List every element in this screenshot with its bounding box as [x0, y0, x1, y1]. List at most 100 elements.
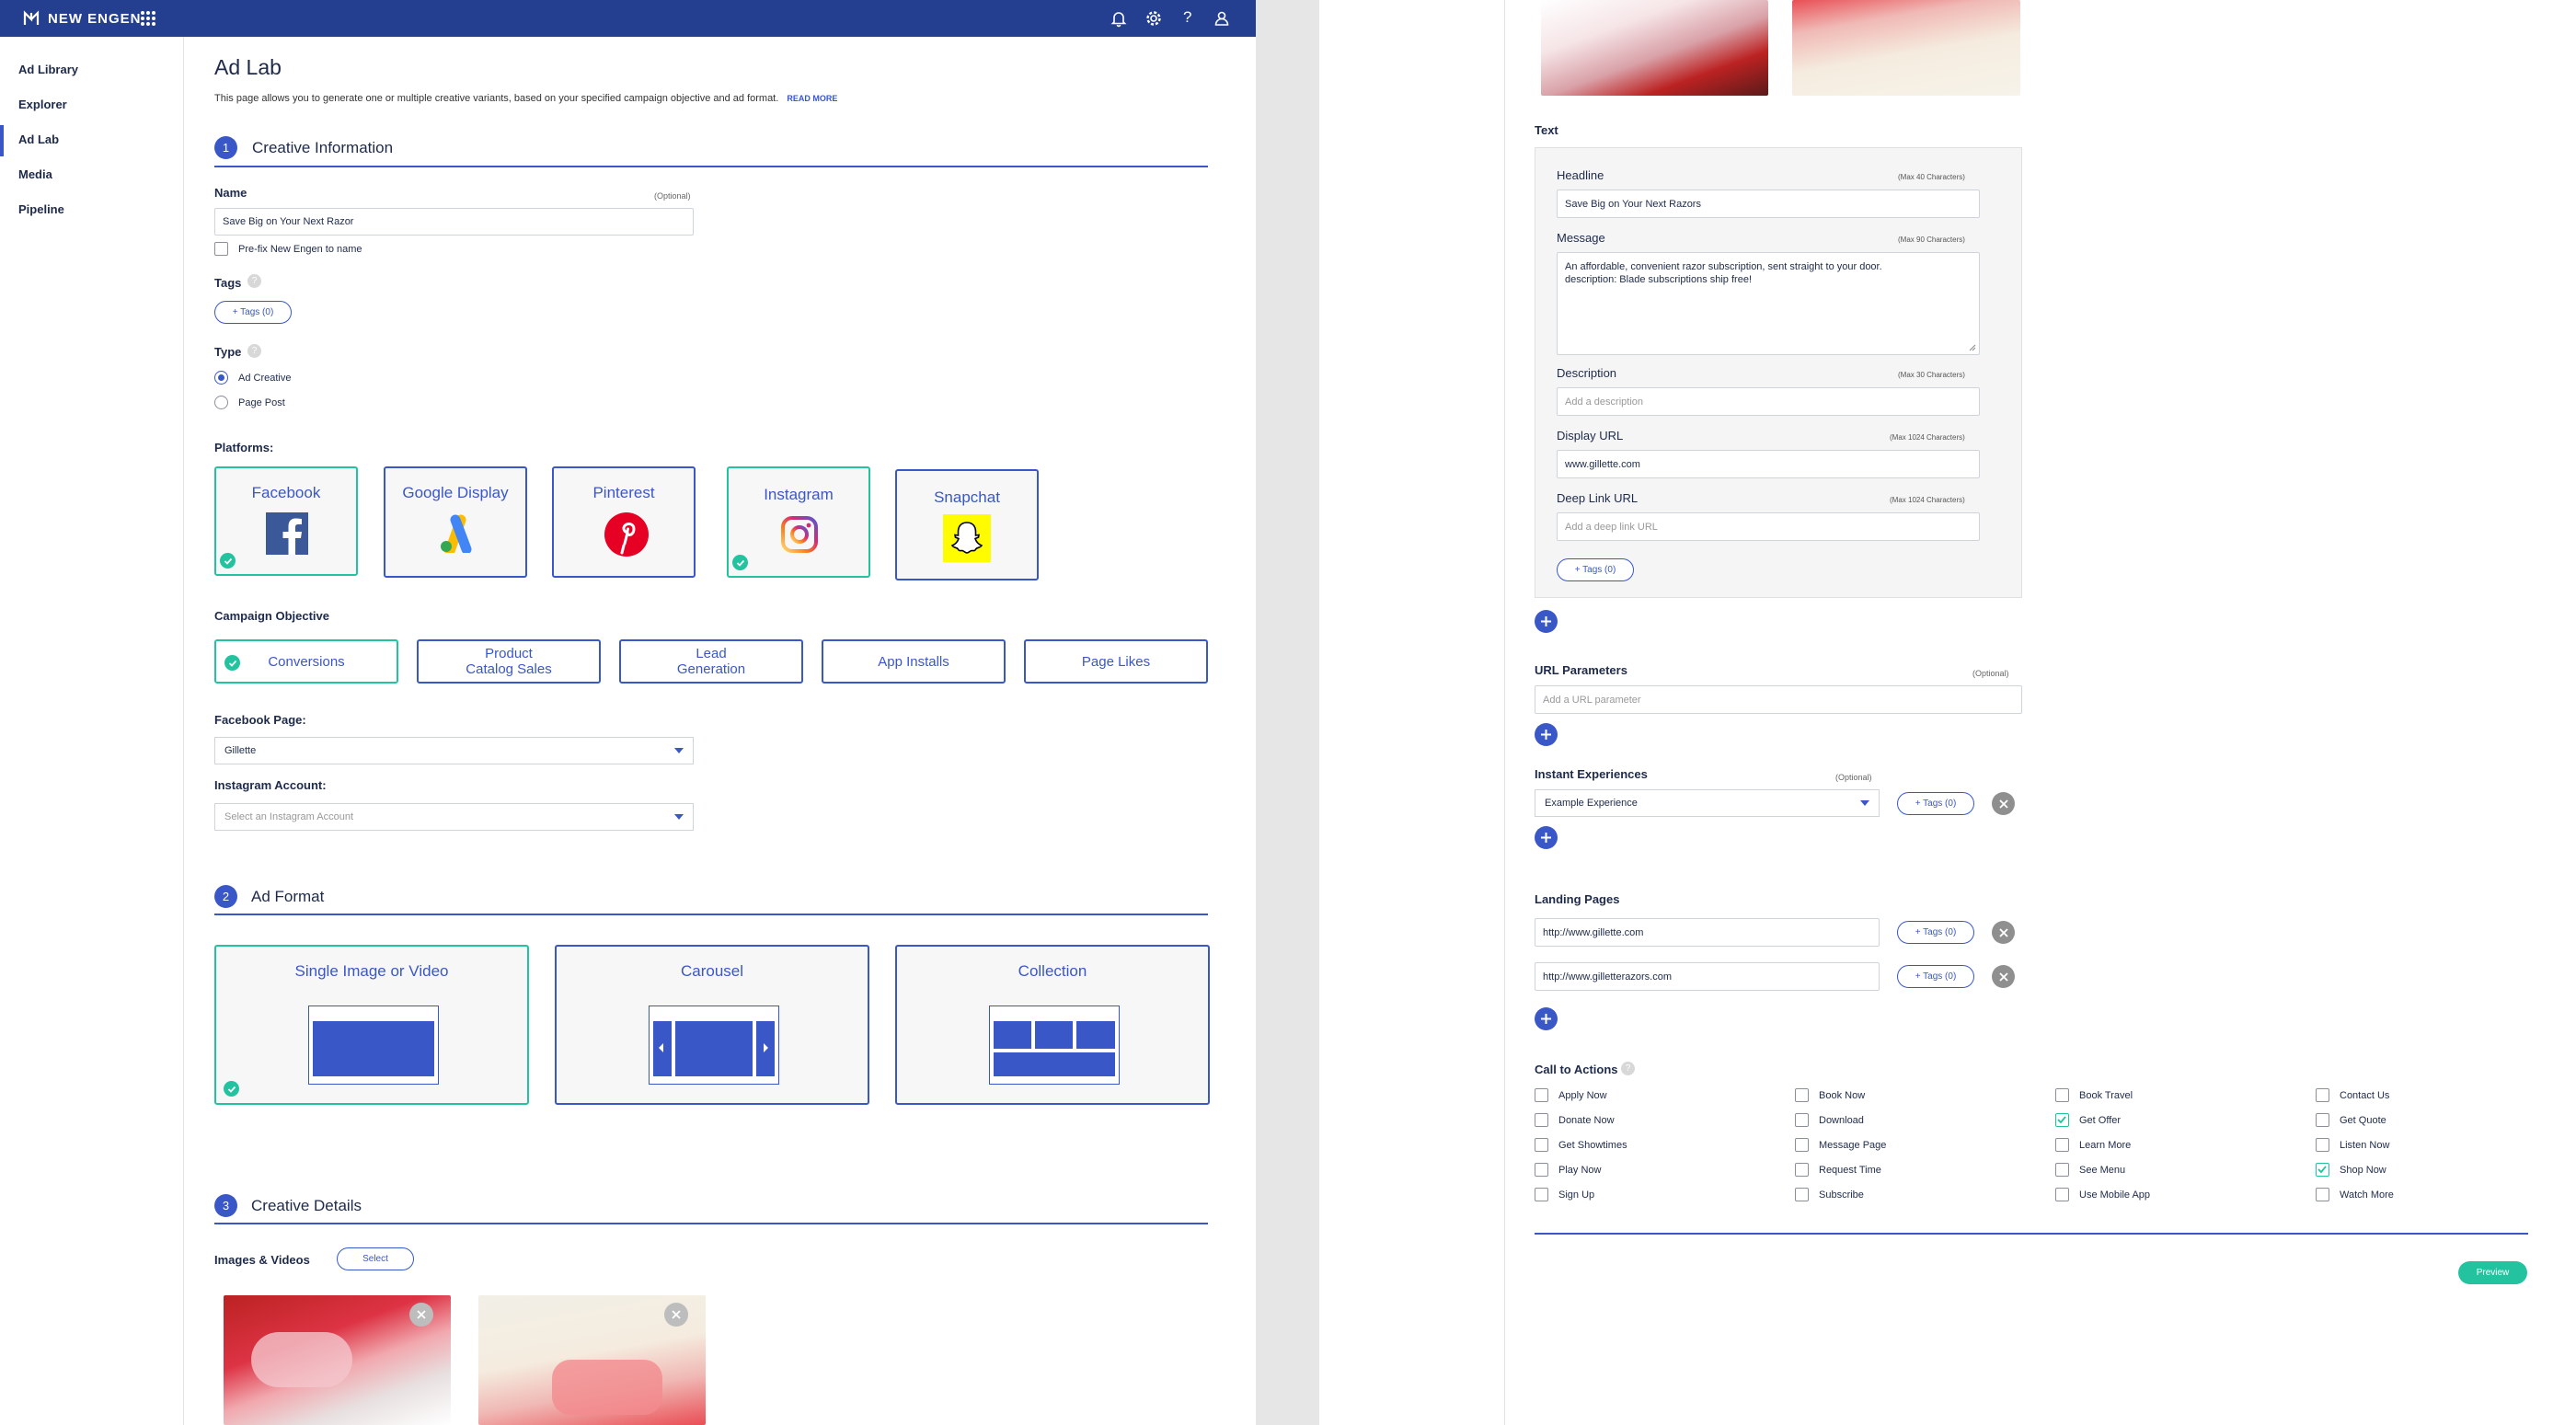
cta-checkbox-apply-now[interactable]: [1535, 1088, 1548, 1102]
deep-link-max: (Max 1024 Characters): [1890, 496, 1965, 504]
sidebar-item-explorer[interactable]: Explorer: [18, 98, 67, 111]
help-icon[interactable]: ?: [1183, 8, 1191, 27]
format-card-carousel[interactable]: Carousel: [555, 945, 869, 1105]
instant-add-tags-button[interactable]: + Tags (0): [1897, 792, 1974, 815]
add-tags-button[interactable]: + Tags (0): [214, 301, 292, 324]
type-radio-ad-creative[interactable]: [214, 371, 228, 385]
add-text-variant-button[interactable]: [1535, 610, 1558, 633]
cta-checkbox-play-now[interactable]: [1535, 1163, 1548, 1177]
deep-link-input[interactable]: Add a deep link URL: [1557, 512, 1980, 541]
cta-checkbox-get-showtimes[interactable]: [1535, 1138, 1548, 1152]
landing-add-tags-button-2[interactable]: + Tags (0): [1897, 965, 1974, 988]
landing-page-input-1[interactable]: http://www.gillette.com: [1535, 918, 1880, 947]
objective-conversions-button[interactable]: Conversions: [214, 639, 398, 684]
remove-media-button[interactable]: [409, 1303, 433, 1327]
instant-experience-value: Example Experience: [1545, 798, 1638, 809]
remove-media-button[interactable]: [664, 1303, 688, 1327]
instagram-account-select[interactable]: Select an Instagram Account: [214, 803, 694, 831]
add-url-parameter-button[interactable]: [1535, 723, 1558, 746]
cta-checkbox-listen-now[interactable]: [2316, 1138, 2329, 1152]
cta-checkbox-sign-up[interactable]: [1535, 1188, 1548, 1201]
platform-card-pinterest[interactable]: Pinterest: [552, 466, 696, 578]
preview-button[interactable]: Preview: [2458, 1261, 2527, 1284]
platform-label: Instagram: [764, 486, 834, 503]
apps-grid-icon[interactable]: [140, 10, 156, 27]
message-textarea[interactable]: An affordable, convenient razor subscrip…: [1557, 252, 1980, 355]
cta-checkbox-contact-us[interactable]: [2316, 1088, 2329, 1102]
objective-app-installs-button[interactable]: App Installs: [822, 639, 1006, 684]
chevron-left-icon: [659, 1043, 663, 1052]
remove-instant-experience-button[interactable]: [1992, 792, 2015, 815]
sidebar-item-ad-lab[interactable]: Ad Lab: [18, 132, 59, 146]
cta-checkbox-get-quote[interactable]: [2316, 1113, 2329, 1127]
checkmark-icon: [2057, 1116, 2066, 1124]
close-icon: [672, 1310, 681, 1319]
cta-checkbox-request-time[interactable]: [1795, 1163, 1809, 1177]
headline-input[interactable]: Save Big on Your Next Razors: [1557, 190, 1980, 218]
gear-icon[interactable]: [1144, 9, 1163, 28]
format-card-collection[interactable]: Collection: [895, 945, 1210, 1105]
description-input[interactable]: Add a description: [1557, 387, 1980, 416]
url-parameters-optional: (Optional): [1972, 669, 2009, 678]
cta-checkbox-book-travel[interactable]: [2055, 1088, 2069, 1102]
type-label: Type: [214, 345, 242, 359]
tags-help-icon[interactable]: ?: [247, 274, 261, 288]
page-title: Ad Lab: [214, 55, 282, 79]
select-media-button[interactable]: Select: [337, 1247, 414, 1270]
type-help-icon[interactable]: ?: [247, 344, 261, 358]
remove-landing-page-button-1[interactable]: [1992, 921, 2015, 944]
format-card-single-image[interactable]: Single Image or Video: [214, 945, 529, 1105]
objective-page-likes-button[interactable]: Page Likes: [1024, 639, 1208, 684]
objective-lead-generation-button[interactable]: Lead Generation: [619, 639, 803, 684]
resize-handle-icon[interactable]: [1969, 344, 1976, 351]
cta-checkbox-watch-more[interactable]: [2316, 1188, 2329, 1201]
cta-checkbox-message-page[interactable]: [1795, 1138, 1809, 1152]
platform-card-snapchat[interactable]: Snapchat: [895, 469, 1039, 580]
media-thumbnail-top-1[interactable]: [1541, 0, 1768, 96]
url-parameter-input[interactable]: Add a URL parameter: [1535, 685, 2022, 714]
platform-card-google-display[interactable]: Google Display: [384, 466, 527, 578]
pinterest-icon: [604, 512, 649, 557]
cta-checkbox-shop-now[interactable]: [2316, 1163, 2329, 1177]
landing-page-input-2[interactable]: http://www.gilletterazors.com: [1535, 962, 1880, 991]
cta-checkbox-book-now[interactable]: [1795, 1088, 1809, 1102]
brand-logo[interactable]: NEW ENGEN: [22, 0, 142, 37]
cta-checkbox-use-mobile-app[interactable]: [2055, 1188, 2069, 1201]
add-landing-page-button[interactable]: [1535, 1007, 1558, 1030]
cta-checkbox-see-menu[interactable]: [2055, 1163, 2069, 1177]
landing-add-tags-button-1[interactable]: + Tags (0): [1897, 921, 1974, 944]
remove-landing-page-button-2[interactable]: [1992, 965, 2015, 988]
media-thumbnail-1[interactable]: [224, 1295, 451, 1425]
message-max: (Max 90 Characters): [1898, 236, 1965, 244]
media-thumbnail-top-2[interactable]: [1792, 0, 2020, 96]
bell-icon[interactable]: [1110, 9, 1128, 28]
platform-card-facebook[interactable]: Facebook: [214, 466, 358, 576]
add-instant-experience-button[interactable]: [1535, 826, 1558, 849]
brand-mark-icon: [23, 10, 40, 25]
read-more-link[interactable]: READ MORE: [787, 94, 837, 103]
cta-label-watch-more: Watch More: [2340, 1189, 2394, 1201]
objective-product-catalog-sales-button[interactable]: Product Catalog Sales: [417, 639, 601, 684]
name-input[interactable]: Save Big on Your Next Razor: [214, 208, 694, 236]
cta-checkbox-learn-more[interactable]: [2055, 1138, 2069, 1152]
display-url-input[interactable]: www.gillette.com: [1557, 450, 1980, 478]
sidebar-item-pipeline[interactable]: Pipeline: [18, 202, 64, 216]
prefix-checkbox[interactable]: [214, 242, 228, 256]
cta-checkbox-donate-now[interactable]: [1535, 1113, 1548, 1127]
sidebar-item-ad-library[interactable]: Ad Library: [18, 63, 78, 76]
landing-page-url-1: http://www.gillette.com: [1543, 926, 1644, 938]
platform-card-instagram[interactable]: Instagram: [727, 466, 870, 578]
sidebar-item-media[interactable]: Media: [18, 167, 52, 181]
cta-checkbox-get-offer[interactable]: [2055, 1113, 2069, 1127]
text-add-tags-button[interactable]: + Tags (0): [1557, 558, 1634, 581]
user-icon[interactable]: [1213, 9, 1231, 28]
cta-checkbox-download[interactable]: [1795, 1113, 1809, 1127]
deep-link-placeholder: Add a deep link URL: [1565, 521, 1658, 533]
cta-checkbox-subscribe[interactable]: [1795, 1188, 1809, 1201]
media-thumbnail-2[interactable]: [478, 1295, 706, 1425]
instagram-icon: [781, 516, 818, 553]
cta-help-icon[interactable]: ?: [1621, 1062, 1635, 1075]
type-radio-page-post[interactable]: [214, 396, 228, 409]
instant-experience-select[interactable]: Example Experience: [1535, 789, 1880, 817]
facebook-page-select[interactable]: Gillette: [214, 737, 694, 764]
